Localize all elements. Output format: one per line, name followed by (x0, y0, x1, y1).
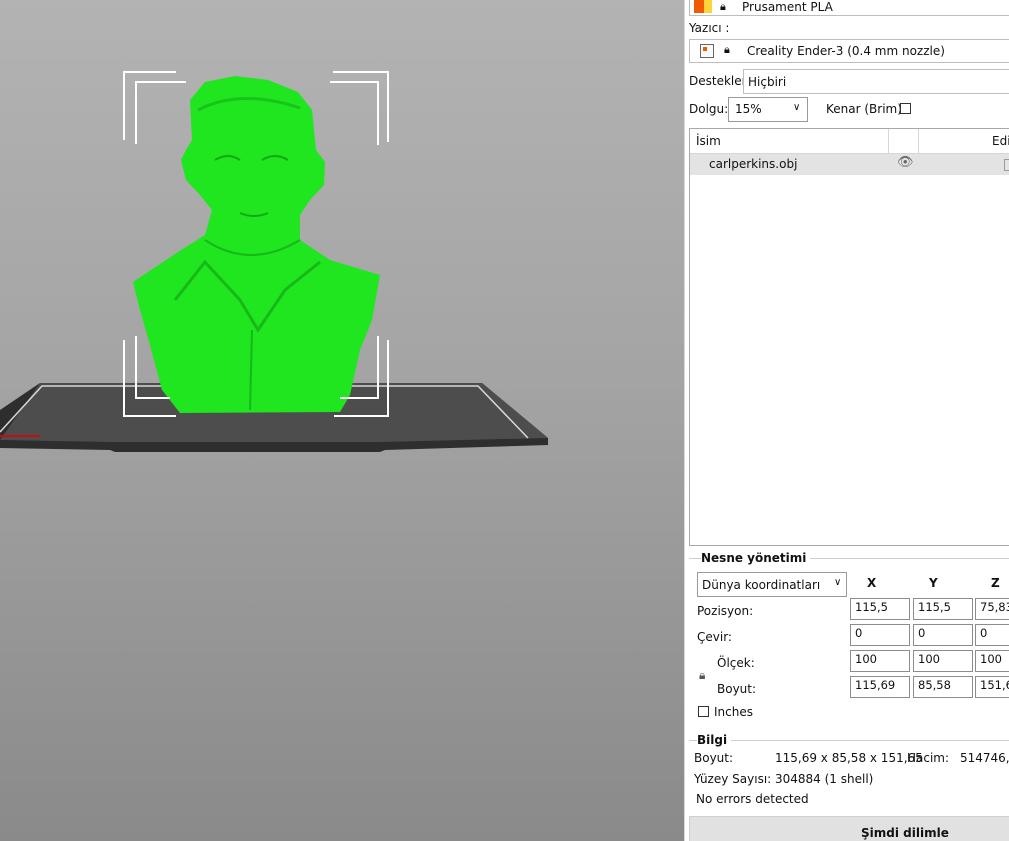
axis-z-label: Z (991, 576, 1000, 590)
info-facets-value: 304884 (1 shell) (775, 772, 874, 786)
scale-z-input[interactable]: 100 (975, 650, 1009, 672)
size-x-input[interactable]: 115,69 (850, 676, 910, 698)
3d-viewport[interactable] (0, 0, 684, 841)
settings-icon[interactable] (1004, 159, 1009, 171)
filament-name: Prusament PLA (742, 0, 833, 14)
position-label: Pozisyon: (697, 604, 754, 618)
rotation-z-input[interactable]: 0 (975, 624, 1009, 646)
infill-label: Dolgu: (689, 102, 729, 116)
supports-value: Hiçbiri (748, 75, 787, 89)
list-item[interactable]: carlperkins.obj 👁︎ (690, 154, 1009, 175)
info-size-value: 115,69 x 85,58 x 151,65 (775, 751, 923, 765)
column-header-name[interactable]: İsim (696, 134, 721, 148)
scale-y-input[interactable]: 100 (913, 650, 973, 672)
printer-combo[interactable]: 🔒︎ Creality Ender-3 (0.4 mm nozzle) (689, 39, 1009, 63)
object-name: carlperkins.obj (709, 157, 798, 171)
position-x-input[interactable]: 115,5 (850, 598, 910, 620)
supports-combo[interactable]: Hiçbiri (743, 69, 1009, 94)
slice-now-button[interactable]: Şimdi dilimle (689, 816, 1009, 841)
info-volume-label: Hacim: (907, 751, 950, 765)
filament-color-swatch (694, 0, 704, 13)
scene-canvas[interactable] (0, 0, 684, 841)
object-list[interactable]: İsim Edi carlperkins.obj 👁︎ (689, 128, 1009, 546)
infill-combo[interactable]: 15% ∨ (728, 97, 808, 122)
info-volume-value: 514746,56 (960, 751, 1009, 765)
info-errors: No errors detected (696, 792, 809, 806)
object-list-header: İsim Edi (690, 129, 1009, 154)
info-facets-label: Yüzey Sayısı: (694, 772, 772, 786)
info-title: Bilgi (697, 733, 732, 747)
brim-label: Kenar (Brim): (826, 102, 906, 116)
position-y-input[interactable]: 115,5 (913, 598, 973, 620)
size-z-input[interactable]: 151,6 (975, 676, 1009, 698)
lock-icon[interactable]: 🔒︎ (699, 668, 705, 683)
column-header-editing[interactable]: Edi (992, 134, 1009, 148)
printer-label: Yazıcı : (689, 21, 730, 35)
scale-x-input[interactable]: 100 (850, 650, 910, 672)
axis-y-label: Y (929, 576, 938, 590)
chevron-down-icon: ∨ (834, 577, 842, 588)
lock-icon: 🔒︎ (724, 43, 730, 56)
lock-icon: 🔒︎ (720, 0, 726, 13)
position-z-input[interactable]: 75,83 (975, 598, 1009, 620)
manipulation-title: Nesne yönetimi (701, 551, 811, 565)
printer-icon (700, 44, 714, 58)
inches-label: Inches (714, 705, 753, 719)
printer-value: Creality Ender-3 (0.4 mm nozzle) (747, 44, 945, 58)
slice-now-label: Şimdi dilimle (861, 826, 949, 840)
inches-checkbox[interactable] (698, 706, 709, 717)
divider (689, 740, 1009, 741)
sidebar-panel: 🔒︎ Prusament PLA Yazıcı : 🔒︎ Creality En… (684, 0, 1009, 841)
info-size-label: Boyut: (694, 751, 734, 765)
rotation-label: Çevir: (697, 630, 732, 644)
rotation-y-input[interactable]: 0 (913, 624, 973, 646)
eye-icon[interactable]: 👁︎ (897, 155, 914, 170)
brim-checkbox[interactable] (900, 103, 911, 114)
model-bust[interactable] (133, 76, 380, 413)
coordinates-value: Dünya koordinatları (702, 578, 821, 592)
supports-label: Destekler: (689, 74, 751, 88)
chevron-down-icon: ∨ (793, 102, 801, 113)
rotation-x-input[interactable]: 0 (850, 624, 910, 646)
size-label: Boyut: (717, 682, 757, 696)
filament-combo[interactable]: 🔒︎ Prusament PLA (689, 0, 1009, 16)
axis-x-label: X (867, 576, 877, 590)
filament-color-swatch-secondary (704, 0, 712, 13)
size-y-input[interactable]: 85,58 (913, 676, 973, 698)
coordinates-combo[interactable]: Dünya koordinatları ∨ (697, 572, 847, 597)
scale-label: Ölçek: (717, 656, 755, 670)
infill-value: 15% (735, 102, 762, 116)
